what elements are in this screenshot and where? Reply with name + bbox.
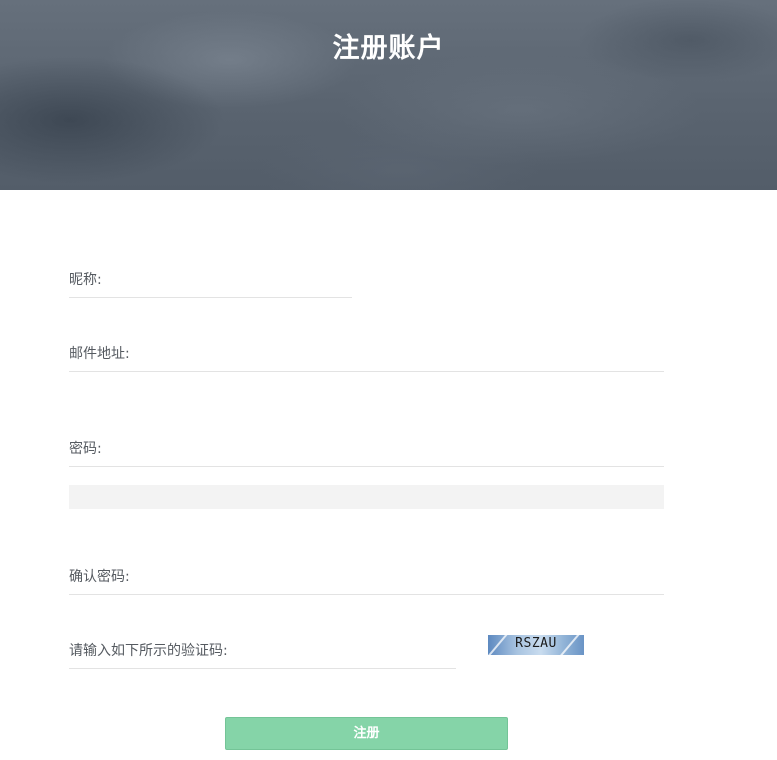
nickname-field[interactable]: 昵称: — [69, 267, 352, 298]
header-banner: 注册账户 — [0, 0, 777, 190]
confirm-password-field[interactable]: 确认密码: — [69, 564, 664, 595]
password-strength-bar — [69, 485, 664, 509]
password-field[interactable]: 密码: — [69, 436, 664, 467]
email-field[interactable]: 邮件地址: — [69, 341, 664, 372]
password-input[interactable] — [69, 436, 664, 466]
captcha-field[interactable]: 请输入如下所示的验证码: — [69, 638, 456, 669]
page-title: 注册账户 — [332, 33, 445, 64]
register-button[interactable]: 注册 — [225, 717, 508, 750]
nickname-input[interactable] — [69, 267, 352, 297]
confirm-password-input[interactable] — [69, 564, 664, 594]
email-input[interactable] — [69, 341, 664, 371]
captcha-image[interactable]: RSZAU — [488, 635, 584, 655]
captcha-input[interactable] — [69, 638, 456, 668]
captcha-text: RSZAU — [515, 636, 557, 651]
